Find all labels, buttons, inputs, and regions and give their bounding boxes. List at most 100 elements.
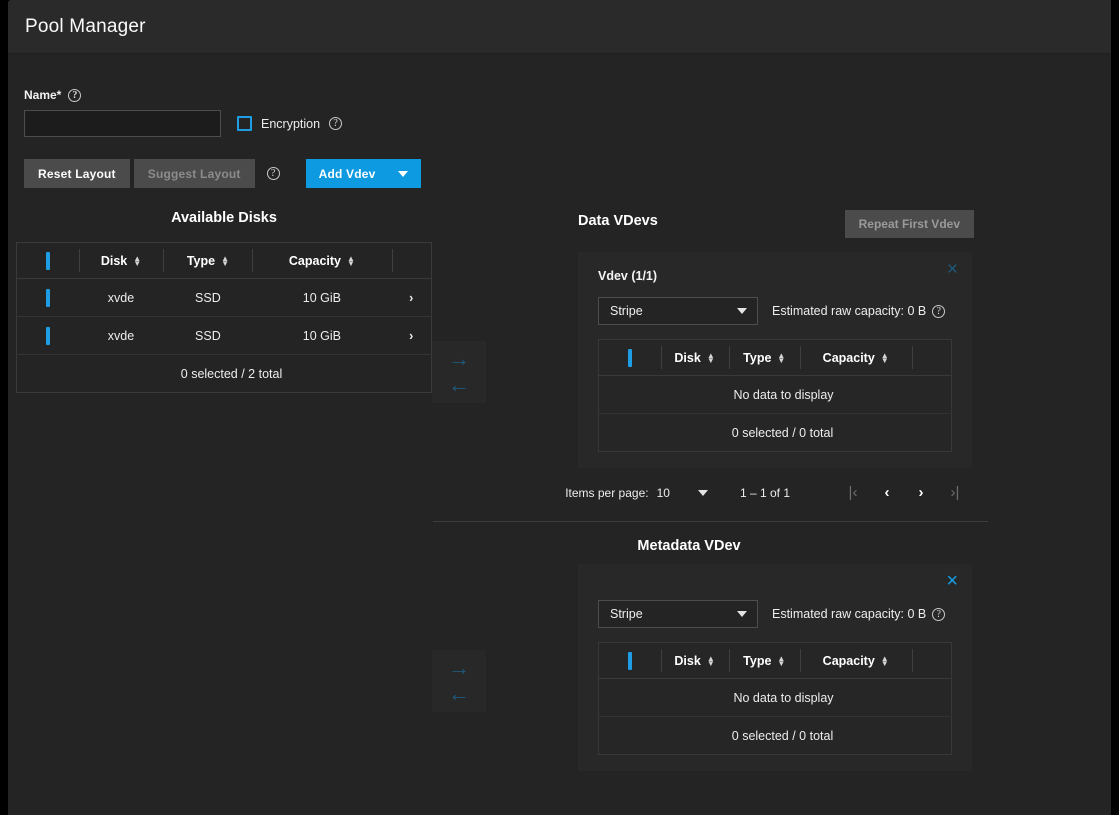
sort-icon[interactable]: ▲▼ — [777, 656, 785, 666]
last-page-button[interactable]: ›| — [938, 484, 972, 501]
data-vdev-footer: 0 selected / 0 total — [599, 414, 952, 452]
available-disks-table: Disk ▲▼ Type ▲▼ Capacity — [16, 242, 432, 393]
data-vdevs-header: Data VDevs Repeat First Vdev — [496, 210, 1111, 244]
encryption-checkbox[interactable] — [237, 116, 252, 131]
data-vdev-card: × Vdev (1/1) Stripe Estimated raw capaci… — [578, 252, 972, 468]
column-header-type[interactable]: Type ▲▼ — [163, 243, 252, 279]
data-vdevs-panel: Data VDevs Repeat First Vdev × Vdev (1/1… — [496, 210, 1111, 501]
name-help-icon[interactable]: ? — [68, 89, 81, 102]
table-footer-row: 0 selected / 0 total — [599, 717, 952, 755]
page-title: Pool Manager — [25, 16, 146, 38]
column-label-capacity: Capacity — [823, 654, 875, 668]
pool-form-area: Name* ? Encryption ? Reset Layout Sugges… — [8, 54, 1111, 188]
table-header-row: Disk ▲▼ Type ▲▼ — [599, 340, 952, 376]
select-all-checkbox[interactable] — [46, 252, 50, 270]
move-right-arrow-icon[interactable]: → — [448, 348, 470, 370]
metadata-vdev-layout-value: Stripe — [610, 607, 643, 621]
metadata-vdev-capacity-text: Estimated raw capacity: 0 B — [772, 607, 926, 621]
chevron-right-icon[interactable]: › — [392, 279, 432, 317]
data-vdev-layout-value: Stripe — [610, 304, 643, 318]
metadata-vdev-panel: × Stripe Estimated raw capacity: 0 B ? — [496, 564, 1111, 771]
column-header-disk[interactable]: Disk ▲▼ — [661, 643, 729, 679]
column-label-type: Type — [743, 654, 771, 668]
metadata-vdev-footer: 0 selected / 0 total — [599, 717, 952, 755]
page-titlebar: Pool Manager — [8, 0, 1111, 54]
transfer-arrows-column: → ← — [432, 210, 496, 501]
data-vdevs-paginator: Items per page: 10 1 – 1 of 1 |‹ ‹ › ›| — [496, 484, 1111, 501]
move-left-arrow-icon[interactable]: ← — [448, 683, 470, 705]
column-header-type[interactable]: Type ▲▼ — [729, 340, 800, 376]
cell-capacity: 10 GiB — [252, 317, 391, 355]
data-vdev-capacity-text: Estimated raw capacity: 0 B — [772, 304, 926, 318]
select-all-checkbox[interactable] — [628, 652, 632, 670]
column-header-capacity[interactable]: Capacity ▲▼ — [252, 243, 391, 279]
encryption-help-icon[interactable]: ? — [329, 117, 342, 130]
empty-row: No data to display — [599, 679, 952, 717]
metadata-vdev-layout-select[interactable]: Stripe — [598, 600, 758, 628]
first-page-button[interactable]: |‹ — [836, 484, 870, 501]
column-label-disk: Disk — [674, 351, 700, 365]
reset-layout-button[interactable]: Reset Layout — [24, 159, 130, 188]
cell-type: SSD — [163, 279, 252, 317]
chevron-down-icon — [737, 308, 747, 314]
row-checkbox[interactable] — [46, 289, 50, 307]
sort-icon[interactable]: ▲▼ — [707, 656, 715, 666]
available-disks-panel: Available Disks Disk ▲▼ — [16, 210, 432, 501]
page-range-label: 1 – 1 of 1 — [740, 486, 790, 500]
sort-icon[interactable]: ▲▼ — [221, 256, 229, 266]
column-header-disk[interactable]: Disk ▲▼ — [79, 243, 164, 279]
table-footer-row: 0 selected / 2 total — [17, 355, 432, 393]
vdev-card-title: Vdev (1/1) — [598, 269, 960, 283]
data-vdev-transfer-buttons: → ← — [432, 341, 486, 403]
column-header-actions — [912, 643, 952, 679]
sort-icon[interactable]: ▲▼ — [777, 353, 785, 363]
add-vdev-button[interactable]: Add Vdev — [306, 159, 421, 188]
table-row[interactable]: xvde SSD 10 GiB › — [17, 279, 432, 317]
items-per-page-label: Items per page: — [565, 486, 648, 500]
capacity-help-icon[interactable]: ? — [932, 608, 945, 621]
empty-row: No data to display — [599, 376, 952, 414]
move-right-arrow-icon[interactable]: → — [448, 657, 470, 679]
sort-icon[interactable]: ▲▼ — [347, 256, 355, 266]
column-label-disk: Disk — [101, 254, 127, 268]
move-left-arrow-icon[interactable]: ← — [448, 374, 470, 396]
repeat-first-vdev-button[interactable]: Repeat First Vdev — [845, 210, 974, 238]
chevron-down-icon[interactable] — [698, 490, 708, 496]
encryption-control[interactable]: Encryption ? — [237, 116, 342, 131]
capacity-help-icon[interactable]: ? — [932, 305, 945, 318]
row-select-cell — [17, 279, 79, 317]
data-vdev-layout-select[interactable]: Stripe — [598, 297, 758, 325]
sort-icon[interactable]: ▲▼ — [881, 353, 889, 363]
column-label-capacity: Capacity — [289, 254, 341, 268]
previous-page-button[interactable]: ‹ — [870, 484, 904, 501]
layout-help-icon[interactable]: ? — [267, 167, 280, 180]
column-header-capacity[interactable]: Capacity ▲▼ — [800, 340, 912, 376]
next-page-button[interactable]: › — [904, 484, 938, 501]
cell-type: SSD — [163, 317, 252, 355]
select-all-checkbox[interactable] — [628, 349, 632, 367]
metadata-vdev-no-data: No data to display — [599, 679, 952, 717]
layout-buttons-row: Reset Layout Suggest Layout ? Add Vdev — [24, 159, 1111, 188]
chevron-down-icon — [737, 611, 747, 617]
row-checkbox[interactable] — [46, 327, 50, 345]
pool-name-input[interactable] — [24, 110, 221, 137]
sort-icon[interactable]: ▲▼ — [881, 656, 889, 666]
available-disks-header: Disk ▲▼ Type ▲▼ Capacity — [17, 243, 432, 279]
column-label-type: Type — [743, 351, 771, 365]
column-header-disk[interactable]: Disk ▲▼ — [661, 340, 729, 376]
items-per-page-value[interactable]: 10 — [657, 486, 670, 500]
column-header-capacity[interactable]: Capacity ▲▼ — [800, 643, 912, 679]
encryption-label: Encryption — [261, 117, 320, 131]
metadata-vdev-capacity: Estimated raw capacity: 0 B ? — [772, 607, 945, 621]
metadata-vdev-controls: Stripe Estimated raw capacity: 0 B ? — [598, 600, 960, 628]
select-all-header — [17, 243, 79, 279]
close-icon[interactable]: × — [947, 260, 958, 279]
suggest-layout-button[interactable]: Suggest Layout — [134, 159, 255, 188]
column-header-type[interactable]: Type ▲▼ — [729, 643, 800, 679]
sort-icon[interactable]: ▲▼ — [133, 256, 141, 266]
table-row[interactable]: xvde SSD 10 GiB › — [17, 317, 432, 355]
close-icon[interactable]: × — [946, 572, 958, 591]
chevron-right-icon[interactable]: › — [392, 317, 432, 355]
metadata-vdev-section: Metadata VDev → ← × Stripe — [8, 538, 1111, 771]
sort-icon[interactable]: ▲▼ — [707, 353, 715, 363]
